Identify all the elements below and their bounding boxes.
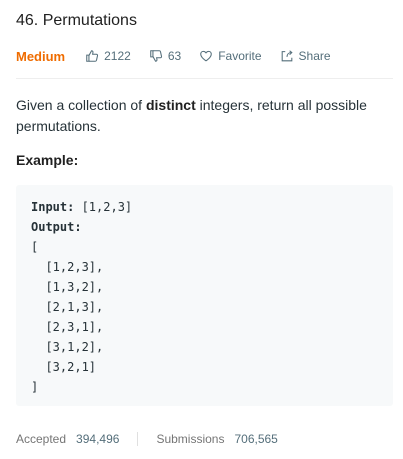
share-icon: [281, 50, 293, 62]
submissions-value: 706,565: [234, 432, 278, 446]
thumbs-up-icon: [86, 50, 99, 62]
input-label: Input:: [31, 200, 75, 214]
problem-title: 46. Permutations: [16, 12, 137, 29]
dislike-count: 63: [167, 49, 182, 63]
description-text: Given a collection of: [16, 97, 146, 113]
divider: [16, 78, 393, 79]
output-line-6: [3,1,2],: [31, 340, 104, 354]
example-code: Input: [1,2,3] Output: [ [1,2,3], [1,3,2…: [31, 197, 132, 397]
favorite-button[interactable]: Favorite: [199, 49, 262, 63]
input-line: Input: [1,2,3]: [31, 197, 132, 217]
favorite-label: Favorite: [218, 49, 262, 63]
input-value: [1,2,3]: [74, 200, 133, 214]
output-label: Output:: [31, 220, 82, 234]
like-count: 2122: [104, 49, 131, 63]
output-line: Output:: [31, 217, 132, 237]
output-line-5: [2,3,1],: [31, 320, 104, 334]
output-line-8: ]: [31, 380, 39, 394]
accepted-label: Accepted: [16, 432, 67, 446]
output-line-2: [1,2,3],: [31, 260, 104, 274]
accepted-value: 394,496: [76, 432, 120, 446]
share-button[interactable]: Share: [280, 49, 331, 63]
like-button[interactable]: 2122: [85, 49, 131, 63]
stats-separator: [137, 432, 139, 446]
example-heading: Example:: [16, 152, 79, 168]
difficulty-badge: Medium: [16, 48, 66, 64]
output-line-7: [3,2,1]: [31, 360, 97, 374]
problem-meta-bar: Medium 2122 63 Favorite Share: [16, 47, 349, 65]
output-line-1: [: [31, 240, 39, 254]
submissions-label: Submissions: [156, 432, 225, 446]
output-line-4: [2,1,3],: [31, 300, 104, 314]
submission-stats: Accepted 394,496 Submissions 706,565: [16, 431, 278, 447]
description-emphasis: distinct: [145, 97, 196, 113]
share-label: Share: [298, 49, 331, 63]
heart-icon: [200, 50, 212, 62]
output-line-3: [1,3,2],: [31, 280, 104, 294]
dislike-button[interactable]: 63: [149, 49, 181, 63]
thumbs-down-icon: [150, 50, 162, 62]
example-code-block: Input: [1,2,3] Output: [ [1,2,3], [1,3,2…: [16, 185, 393, 406]
problem-description: Given a collection of distinct integers,…: [16, 95, 386, 137]
